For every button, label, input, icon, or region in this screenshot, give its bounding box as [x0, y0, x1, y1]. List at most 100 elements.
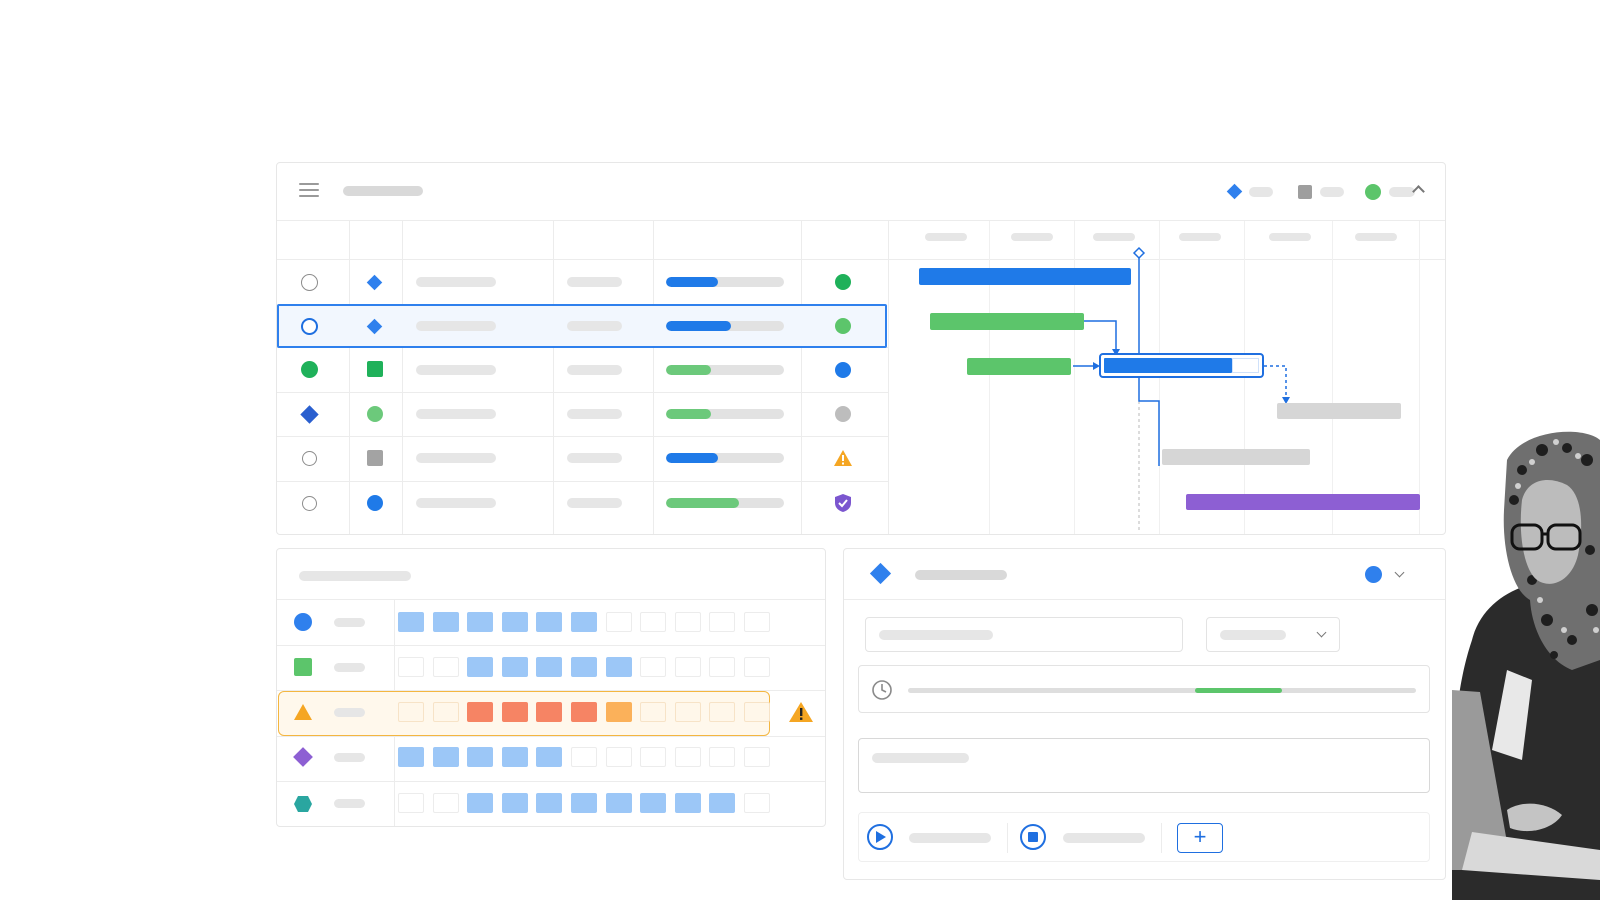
allocation-cell[interactable]: [467, 793, 494, 813]
allocation-cell[interactable]: [640, 612, 667, 632]
task-row-selected[interactable]: [277, 304, 887, 348]
panel-title-placeholder: [299, 571, 411, 581]
gray-dot-icon: [835, 406, 851, 422]
allocation-cell[interactable]: [501, 657, 528, 677]
allocation-cell[interactable]: [432, 747, 459, 767]
add-button[interactable]: +: [1177, 823, 1223, 853]
allocation-cell[interactable]: [432, 612, 459, 632]
allocation-cell[interactable]: [709, 612, 736, 632]
circle-icon: [1365, 184, 1381, 200]
green-dot-icon[interactable]: [301, 361, 318, 378]
task-row[interactable]: [277, 260, 887, 304]
allocation-cell[interactable]: [536, 747, 563, 767]
allocation-cell[interactable]: [744, 657, 770, 677]
allocation-cell[interactable]: [709, 793, 736, 813]
allocation-cell[interactable]: [709, 747, 736, 767]
blue-diamond-icon: [366, 274, 383, 291]
allocation-cell[interactable]: [432, 702, 459, 722]
allocation-cell[interactable]: [501, 793, 528, 813]
allocation-cell[interactable]: [674, 747, 701, 767]
legend-item-task[interactable]: [1298, 185, 1358, 199]
allocation-cell[interactable]: [571, 793, 597, 813]
allocation-cell[interactable]: [536, 612, 563, 632]
shield-check-icon: [835, 494, 851, 512]
allocation-cell[interactable]: [605, 657, 632, 677]
allocation-cell[interactable]: [467, 612, 494, 632]
task-row[interactable]: [277, 348, 887, 392]
allocation-cell[interactable]: [536, 702, 563, 722]
status-select[interactable]: [1206, 617, 1340, 652]
allocation-cell[interactable]: [571, 747, 597, 767]
allocation-cell[interactable]: [501, 702, 528, 722]
gantt-bar-task[interactable]: [967, 358, 1071, 375]
allocation-cell[interactable]: [744, 747, 770, 767]
gantt-bar-task[interactable]: [1186, 494, 1420, 510]
allocation-cell[interactable]: [536, 793, 563, 813]
allocation-cell[interactable]: [674, 793, 701, 813]
stop-button[interactable]: [1020, 824, 1046, 850]
legend-label-placeholder: [1389, 187, 1415, 197]
task-row[interactable]: [277, 393, 887, 437]
light-green-dot-icon: [835, 318, 851, 334]
hamburger-menu-icon[interactable]: [299, 183, 319, 199]
allocation-cell[interactable]: [432, 657, 459, 677]
allocation-cell[interactable]: [571, 657, 597, 677]
allocation-cell[interactable]: [432, 793, 459, 813]
allocation-cell[interactable]: [605, 612, 632, 632]
allocation-cell[interactable]: [398, 657, 424, 677]
timeline-track[interactable]: [908, 688, 1416, 693]
warning-icon: [789, 702, 813, 722]
allocation-cell[interactable]: [536, 657, 563, 677]
allocation-cell[interactable]: [640, 657, 667, 677]
allocation-cell[interactable]: [571, 702, 597, 722]
task-row[interactable]: [277, 482, 887, 526]
allocation-cell[interactable]: [571, 612, 597, 632]
allocation-cell[interactable]: [501, 747, 528, 767]
allocation-cell[interactable]: [467, 747, 494, 767]
allocation-cell[interactable]: [501, 612, 528, 632]
panel-header-divider: [844, 599, 1445, 600]
allocation-cell[interactable]: [674, 612, 701, 632]
allocation-cell[interactable]: [398, 793, 424, 813]
selected-circle-icon[interactable]: [301, 318, 318, 335]
allocation-cell[interactable]: [744, 702, 770, 722]
gantt-bar-selected[interactable]: [1099, 353, 1264, 378]
allocation-cell[interactable]: [605, 702, 632, 722]
blue-diamond-icon[interactable]: [300, 405, 319, 424]
blue-dot-icon[interactable]: [1365, 566, 1382, 583]
task-row[interactable]: [277, 437, 887, 481]
empty-circle-icon[interactable]: [302, 451, 317, 466]
purple-diamond-icon: [293, 747, 313, 767]
allocation-cell[interactable]: [640, 793, 667, 813]
blue-dot-icon: [367, 495, 383, 511]
allocation-cell[interactable]: [398, 702, 424, 722]
allocation-cell[interactable]: [744, 793, 770, 813]
green-dot-icon: [835, 274, 851, 290]
gantt-bar-task[interactable]: [1277, 403, 1401, 419]
allocation-cell[interactable]: [709, 657, 736, 677]
gantt-bar-task[interactable]: [930, 313, 1084, 330]
allocation-cell[interactable]: [398, 747, 424, 767]
empty-circle-icon[interactable]: [301, 274, 318, 291]
allocation-cell[interactable]: [467, 702, 494, 722]
allocation-cell[interactable]: [640, 702, 667, 722]
allocation-cell[interactable]: [674, 702, 701, 722]
legend-item-milestone[interactable]: [1226, 183, 1287, 200]
allocation-cell[interactable]: [605, 747, 632, 767]
row-divider: [277, 645, 825, 646]
allocation-cell[interactable]: [744, 612, 770, 632]
allocation-cell[interactable]: [709, 702, 736, 722]
empty-circle-icon[interactable]: [302, 496, 317, 511]
allocation-cell[interactable]: [640, 747, 667, 767]
name-input[interactable]: [865, 617, 1183, 652]
play-button[interactable]: [867, 824, 893, 850]
allocation-cell[interactable]: [398, 612, 424, 632]
allocation-cell[interactable]: [467, 657, 494, 677]
allocation-cell[interactable]: [674, 657, 701, 677]
diamond-icon: [1226, 183, 1243, 200]
chevron-down-icon[interactable]: [1394, 567, 1405, 578]
notes-textarea[interactable]: [858, 738, 1430, 793]
gantt-bar-task[interactable]: [919, 268, 1131, 285]
allocation-cell[interactable]: [605, 793, 632, 813]
gantt-bar-task[interactable]: [1162, 449, 1310, 465]
